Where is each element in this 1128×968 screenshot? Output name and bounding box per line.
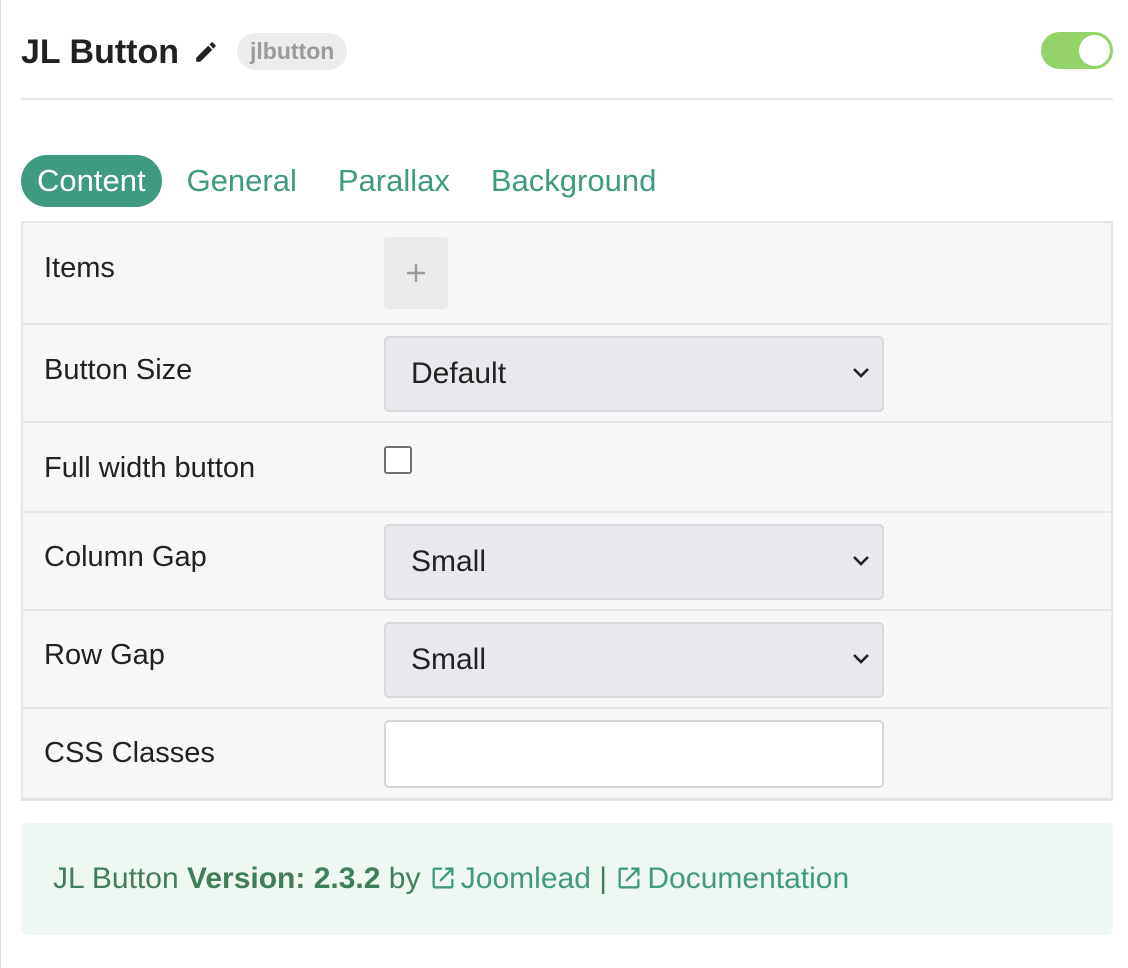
row-css-classes: CSS Classes (23, 709, 1111, 799)
full-width-label: Full width button (44, 452, 256, 484)
tab-general[interactable]: General (171, 155, 313, 207)
button-size-value: Default (411, 357, 507, 390)
version-footer: JL Button Version: 2.3.2 by Joomlead | D… (21, 823, 1113, 935)
joomlead-link[interactable]: Joomlead (429, 862, 591, 895)
row-gap-label: Row Gap (44, 639, 165, 671)
row-row-gap: Row Gap Small (23, 611, 1111, 709)
row-gap-value: Small (411, 643, 487, 676)
tab-parallax[interactable]: Parallax (322, 155, 466, 207)
row-gap-select[interactable]: Small (384, 622, 884, 698)
pencil-icon[interactable] (193, 39, 219, 65)
column-gap-select[interactable]: Small (384, 524, 884, 600)
external-link-icon (432, 867, 454, 889)
row-full-width: Full width button (23, 423, 1111, 513)
settings-panel: Items Button Size Default Full width but… (21, 221, 1113, 801)
button-size-label: Button Size (44, 354, 193, 386)
row-items: Items (23, 223, 1111, 325)
add-item-button[interactable] (384, 237, 448, 309)
tab-background[interactable]: Background (475, 155, 672, 207)
footer-separator: | (599, 862, 608, 895)
css-classes-label: CSS Classes (44, 737, 215, 769)
full-width-checkbox[interactable] (384, 446, 412, 474)
chevron-down-icon (853, 556, 869, 566)
column-gap-label: Column Gap (44, 541, 207, 573)
footer-version: Version: 2.3.2 (186, 862, 381, 895)
documentation-link[interactable]: Documentation (615, 862, 849, 895)
toggle-knob (1079, 35, 1110, 66)
items-label: Items (44, 252, 115, 284)
chevron-down-icon (853, 368, 869, 378)
joomlead-link-label: Joomlead (460, 862, 591, 895)
module-header: JL Button jlbutton (21, 22, 1113, 100)
tab-content[interactable]: Content (21, 155, 162, 207)
button-size-select[interactable]: Default (384, 336, 884, 412)
row-column-gap: Column Gap Small (23, 513, 1111, 611)
module-type-badge: jlbutton (237, 33, 348, 70)
plus-icon (407, 264, 425, 282)
tab-bar: Content General Parallax Background (21, 155, 681, 207)
frame-border (0, 0, 1, 968)
column-gap-value: Small (411, 545, 487, 578)
footer-module-name: JL Button (53, 862, 179, 895)
enable-toggle[interactable] (1041, 32, 1113, 69)
module-title: JL Button (21, 33, 180, 71)
footer-by: by (388, 862, 421, 895)
chevron-down-icon (853, 654, 869, 664)
row-button-size: Button Size Default (23, 325, 1111, 423)
css-classes-input[interactable] (384, 720, 884, 788)
external-link-icon (618, 867, 640, 889)
documentation-link-label: Documentation (647, 862, 850, 895)
